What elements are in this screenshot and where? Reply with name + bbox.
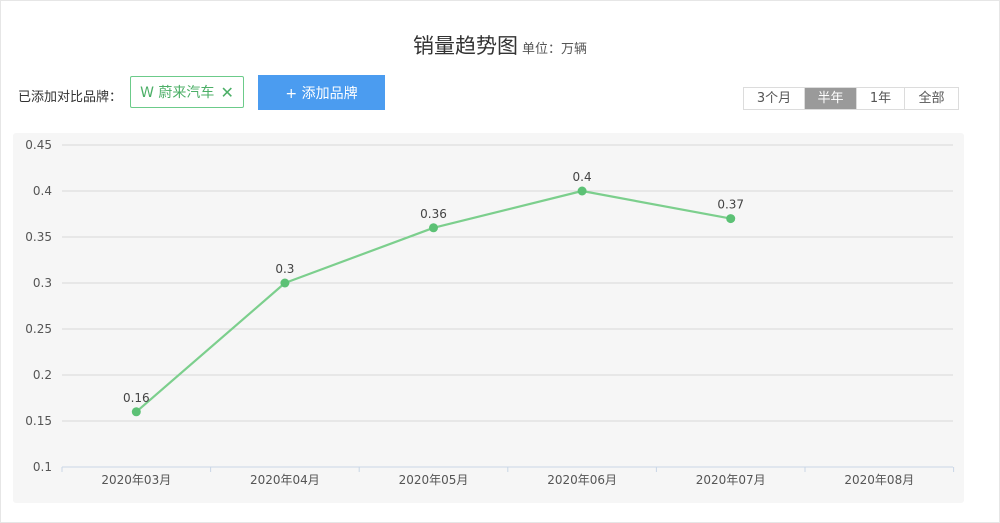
data-point bbox=[726, 214, 736, 224]
line-chart: 0.1 0.15 0.2 0.25 0.3 0.35 0.4 0.45 2020年03月 2020… bbox=[25, 138, 955, 487]
y-tick-label: 0.4 bbox=[33, 184, 52, 198]
x-tick-label: 2020年07月 bbox=[696, 473, 766, 487]
y-tick-label: 0.1 bbox=[33, 460, 52, 474]
y-tick-label: 0.25 bbox=[25, 322, 52, 336]
data-point bbox=[429, 223, 438, 233]
y-tick-label: 0.35 bbox=[25, 230, 52, 244]
x-tick-label: 2020年03月 bbox=[101, 473, 171, 487]
data-point bbox=[280, 278, 290, 288]
data-label: 0.16 bbox=[123, 391, 150, 405]
data-point bbox=[577, 186, 587, 196]
y-tick-label: 0.2 bbox=[33, 368, 52, 382]
y-tick-label: 0.45 bbox=[25, 138, 52, 152]
y-tick-label: 0.3 bbox=[33, 276, 52, 290]
data-label: 0.36 bbox=[420, 207, 447, 221]
x-tick-label: 2020年06月 bbox=[547, 473, 617, 487]
y-tick-label: 0.15 bbox=[25, 414, 52, 428]
data-label: 0.4 bbox=[573, 170, 592, 184]
x-tick-label: 2020年05月 bbox=[399, 473, 469, 487]
x-tick-label: 2020年04月 bbox=[250, 473, 320, 487]
data-label: 0.37 bbox=[717, 198, 744, 212]
x-tick-label: 2020年08月 bbox=[844, 473, 914, 487]
data-label: 0.3 bbox=[275, 262, 294, 276]
data-point bbox=[131, 407, 141, 417]
